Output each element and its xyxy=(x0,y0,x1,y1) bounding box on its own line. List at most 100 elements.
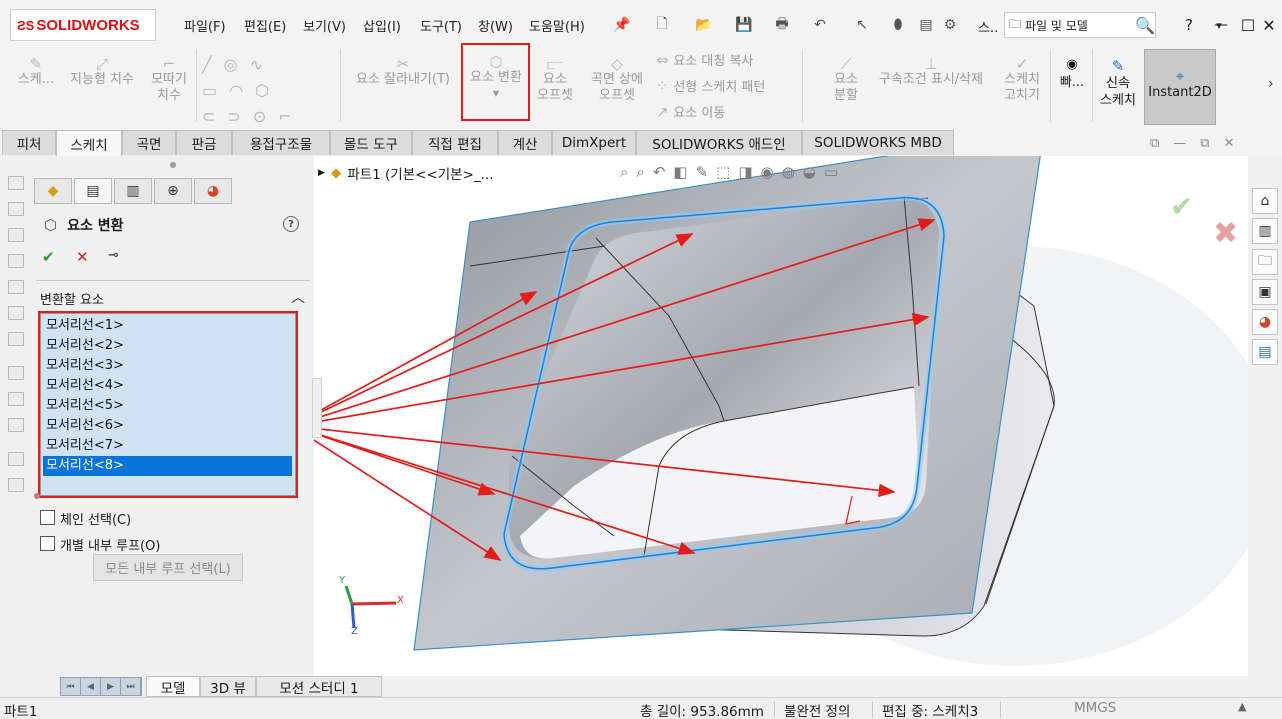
solidworks-logo[interactable]: ƧS SOLIDWORKS xyxy=(10,9,156,41)
view-orientation-icon[interactable]: ⬚ xyxy=(716,163,730,181)
strip-tool-icon[interactable] xyxy=(8,392,24,406)
dynamic-annotation-icon[interactable]: ✎ xyxy=(696,163,709,181)
strip-tool-icon[interactable] xyxy=(8,280,24,294)
graphics-area[interactable] xyxy=(314,156,1248,676)
pin-icon[interactable]: 📌 xyxy=(612,14,632,36)
tab-dimxpert[interactable]: DimXpert xyxy=(552,130,636,155)
menu-help[interactable]: 도움말(H) xyxy=(529,16,585,35)
tab-mold-tools[interactable]: 몰드 도구 xyxy=(330,130,412,155)
strip-tool-icon[interactable] xyxy=(8,418,24,432)
configuration-tab-icon[interactable]: ▥ xyxy=(114,178,152,204)
close-icon[interactable]: ✕ xyxy=(1224,136,1235,151)
pushpin-icon[interactable]: ⊸ xyxy=(108,248,119,263)
cancel-x-icon[interactable]: ✕ xyxy=(76,248,89,266)
open-icon[interactable]: 📂 xyxy=(694,14,714,36)
previous-view-icon[interactable]: ↶ xyxy=(653,163,666,181)
tab-features[interactable]: 피처 xyxy=(2,130,56,155)
rebuild-icon[interactable]: ⬮ xyxy=(888,14,908,36)
help-icon[interactable]: ? xyxy=(283,216,299,232)
minimize-icon[interactable]: — xyxy=(1208,12,1234,38)
status-units[interactable]: MMGS xyxy=(1074,700,1116,716)
select-icon[interactable]: ↖ xyxy=(852,14,872,36)
offset-on-surface-button[interactable]: ◇ 곡면 상에 오프셋 xyxy=(582,56,652,104)
strip-tool-icon[interactable] xyxy=(8,254,24,268)
linear-pattern-button[interactable]: ⁘ 선형 스케치 패턴 xyxy=(656,78,765,96)
display-relations-button[interactable]: ⊥ 구속조건 표시/삭제 xyxy=(868,56,994,88)
design-library-icon[interactable]: ▥ xyxy=(1252,218,1278,244)
strip-tool-icon[interactable] xyxy=(8,176,24,190)
dimxpert-tab-icon[interactable]: ⊕ xyxy=(154,178,192,204)
sketch-button[interactable]: ✎ 스케... xyxy=(14,56,58,88)
minimize-icon[interactable]: — xyxy=(1173,136,1186,151)
tab-scroll-arrows[interactable]: ⏮ ◀ ▶ ⏭ xyxy=(60,677,142,696)
rapid-sketch-button[interactable]: ◉ 빠... xyxy=(1056,56,1088,92)
close-button[interactable]: ✕ xyxy=(1256,12,1282,38)
section-view-icon[interactable]: ◧ xyxy=(673,163,687,181)
offset-entities-button[interactable]: ⫍ 요소 오프셋 xyxy=(532,56,578,104)
fillet-dim-button[interactable]: ⌐ 모따기 치수 xyxy=(144,56,194,104)
hide-show-icon[interactable]: ◉ xyxy=(761,163,774,181)
feature-tree-tab-icon[interactable]: ◆ xyxy=(34,178,72,204)
strip-tool-icon[interactable] xyxy=(8,366,24,380)
menu-edit[interactable]: 편집(E) xyxy=(244,16,286,35)
quick-sketch-button[interactable]: ✎ 신속 스케치 xyxy=(1096,58,1140,109)
trim-entities-button[interactable]: ✂ 요소 잘라내기(T) xyxy=(348,56,458,88)
print-icon[interactable]: 🖶 xyxy=(772,14,792,36)
view-palette-icon[interactable]: ▣ xyxy=(1252,279,1278,305)
ok-check-icon[interactable]: ✔ xyxy=(42,248,55,266)
help-button[interactable]: ? xyxy=(1176,12,1202,38)
move-entities-button[interactable]: ↗ 요소 이동 xyxy=(656,104,725,122)
tab-sheet-metal[interactable]: 판금 xyxy=(176,130,232,155)
tab-addins[interactable]: SOLIDWORKS 애드인 xyxy=(636,130,802,155)
strip-tool-icon[interactable] xyxy=(8,202,24,216)
expand-toolbar-icon[interactable]: › xyxy=(1268,76,1274,92)
display-manager-tab-icon[interactable]: ◕ xyxy=(194,178,232,204)
tree-expand-icon[interactable]: ▶ xyxy=(318,168,325,178)
zoom-to-fit-icon[interactable]: ⌕ xyxy=(620,163,628,181)
menu-file[interactable]: 파일(F) xyxy=(184,16,226,35)
scene-icon[interactable]: ◒ xyxy=(803,163,816,181)
tab-direct-editing[interactable]: 직접 편집 xyxy=(412,130,498,155)
menu-insert[interactable]: 삽입(I) xyxy=(363,16,401,35)
restore-icon[interactable]: ⧉ xyxy=(1150,136,1159,151)
file-explorer-icon[interactable]: 🗀 xyxy=(1252,249,1278,275)
smart-dimension-button[interactable]: ⤢ 지능형 치수 xyxy=(62,56,142,88)
menu-tools[interactable]: 도구(T) xyxy=(420,16,462,35)
strip-tool-icon[interactable] xyxy=(8,306,24,320)
zoom-area-icon[interactable]: ⌕ xyxy=(636,163,644,181)
tab-motion-study[interactable]: 모션 스터디 1 xyxy=(256,676,382,697)
maximize-icon[interactable]: ⧉ xyxy=(1200,136,1209,151)
strip-tool-icon[interactable] xyxy=(8,452,24,466)
tab-sketch[interactable]: 스케치 xyxy=(56,130,122,156)
tab-model[interactable]: 모델 xyxy=(146,676,200,697)
panel-collapse-handle[interactable] xyxy=(312,378,322,438)
save-icon[interactable]: 💾 xyxy=(734,14,754,36)
tab-evaluate[interactable]: 계산 xyxy=(498,130,552,155)
appearances-icon[interactable]: ◕ xyxy=(1252,309,1278,335)
search-prefix[interactable]: 스.. xyxy=(978,17,998,36)
file-properties-icon[interactable]: ▤ xyxy=(916,14,936,36)
menu-view[interactable]: 보기(V) xyxy=(303,16,346,35)
display-style-icon[interactable]: ◨ xyxy=(738,163,752,181)
splitter-dot[interactable] xyxy=(34,493,40,499)
view-settings-icon[interactable]: ▭ xyxy=(824,163,838,181)
chain-selection-checkbox[interactable] xyxy=(40,510,55,525)
property-manager-tab-icon[interactable]: ▤ xyxy=(74,178,112,204)
home-icon[interactable]: ⌂ xyxy=(1252,188,1278,214)
instant2d-button[interactable]: ⌖ Instant2D xyxy=(1144,49,1216,125)
select-all-inner-loops-button[interactable]: 모든 내부 루프 선택(L) xyxy=(93,554,243,581)
tab-surfaces[interactable]: 곡면 xyxy=(122,130,176,155)
feature-tree-flyout[interactable]: ▶ ◆ 파트1 (기본<<기본>_... xyxy=(318,163,494,183)
menu-window[interactable]: 창(W) xyxy=(478,16,513,35)
panel-splitter-dot[interactable] xyxy=(170,162,176,168)
tab-weldments[interactable]: 용접구조물 xyxy=(232,130,330,155)
strip-tool-icon[interactable] xyxy=(8,478,24,492)
units-dropdown-icon[interactable]: ▲ xyxy=(1238,700,1246,713)
new-doc-icon[interactable]: 🗋 xyxy=(652,14,672,36)
tab-3d-views[interactable]: 3D 뷰 xyxy=(200,676,256,697)
undo-icon[interactable]: ↶ xyxy=(810,14,830,36)
chevron-up-icon[interactable]: ︿ xyxy=(291,287,305,307)
search-icon[interactable]: 🔍 xyxy=(1135,16,1155,35)
strip-tool-icon[interactable] xyxy=(8,332,24,346)
confirm-check-icon[interactable]: ✔ xyxy=(1170,190,1193,223)
